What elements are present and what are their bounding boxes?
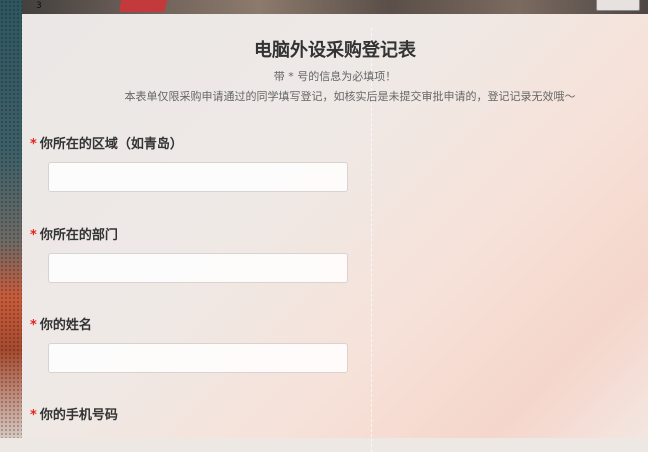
question-label-text: 你的手机号码 <box>39 408 118 423</box>
question-region: * 你所在的区域（如青岛） <box>30 136 348 192</box>
form-title: 电脑外设采购登记表 <box>254 40 416 61</box>
banner-number: 3 <box>36 1 42 11</box>
background-left-strip <box>0 0 22 438</box>
question-label: * 你的姓名 <box>30 317 92 335</box>
banner-decoration <box>118 0 168 12</box>
name-input[interactable] <box>48 343 348 373</box>
question-department: * 你所在的部门 <box>30 227 348 283</box>
required-asterisk: * <box>30 408 37 423</box>
question-phone: * 你的手机号码 <box>30 407 118 425</box>
required-hint: 带 * 号的信息为必填项！ <box>273 70 397 83</box>
region-input[interactable] <box>48 162 348 192</box>
question-label-text: 你所在的区域（如青岛） <box>39 137 183 152</box>
question-name: * 你的姓名 <box>30 317 348 373</box>
question-label: * 你所在的区域（如青岛） <box>30 136 183 154</box>
required-asterisk: * <box>30 228 37 243</box>
question-label-text: 你的姓名 <box>39 318 92 333</box>
form-card: 电脑外设采购登记表 带 * 号的信息为必填项！ 本表单仅限采购申请通过的同学填写… <box>22 14 648 452</box>
department-input[interactable] <box>48 253 348 283</box>
question-label: * 你所在的部门 <box>30 227 118 245</box>
form-notice: 本表单仅限采购申请通过的同学填写登记，如核实后是未提交审批申请的，登记记录无效哦… <box>124 90 576 103</box>
header-banner-image: 3 <box>0 0 648 14</box>
question-label-text: 你所在的部门 <box>39 228 118 243</box>
banner-card-decoration <box>596 0 640 11</box>
required-asterisk: * <box>30 318 37 333</box>
question-label: * 你的手机号码 <box>30 407 118 425</box>
required-asterisk: * <box>30 137 37 152</box>
